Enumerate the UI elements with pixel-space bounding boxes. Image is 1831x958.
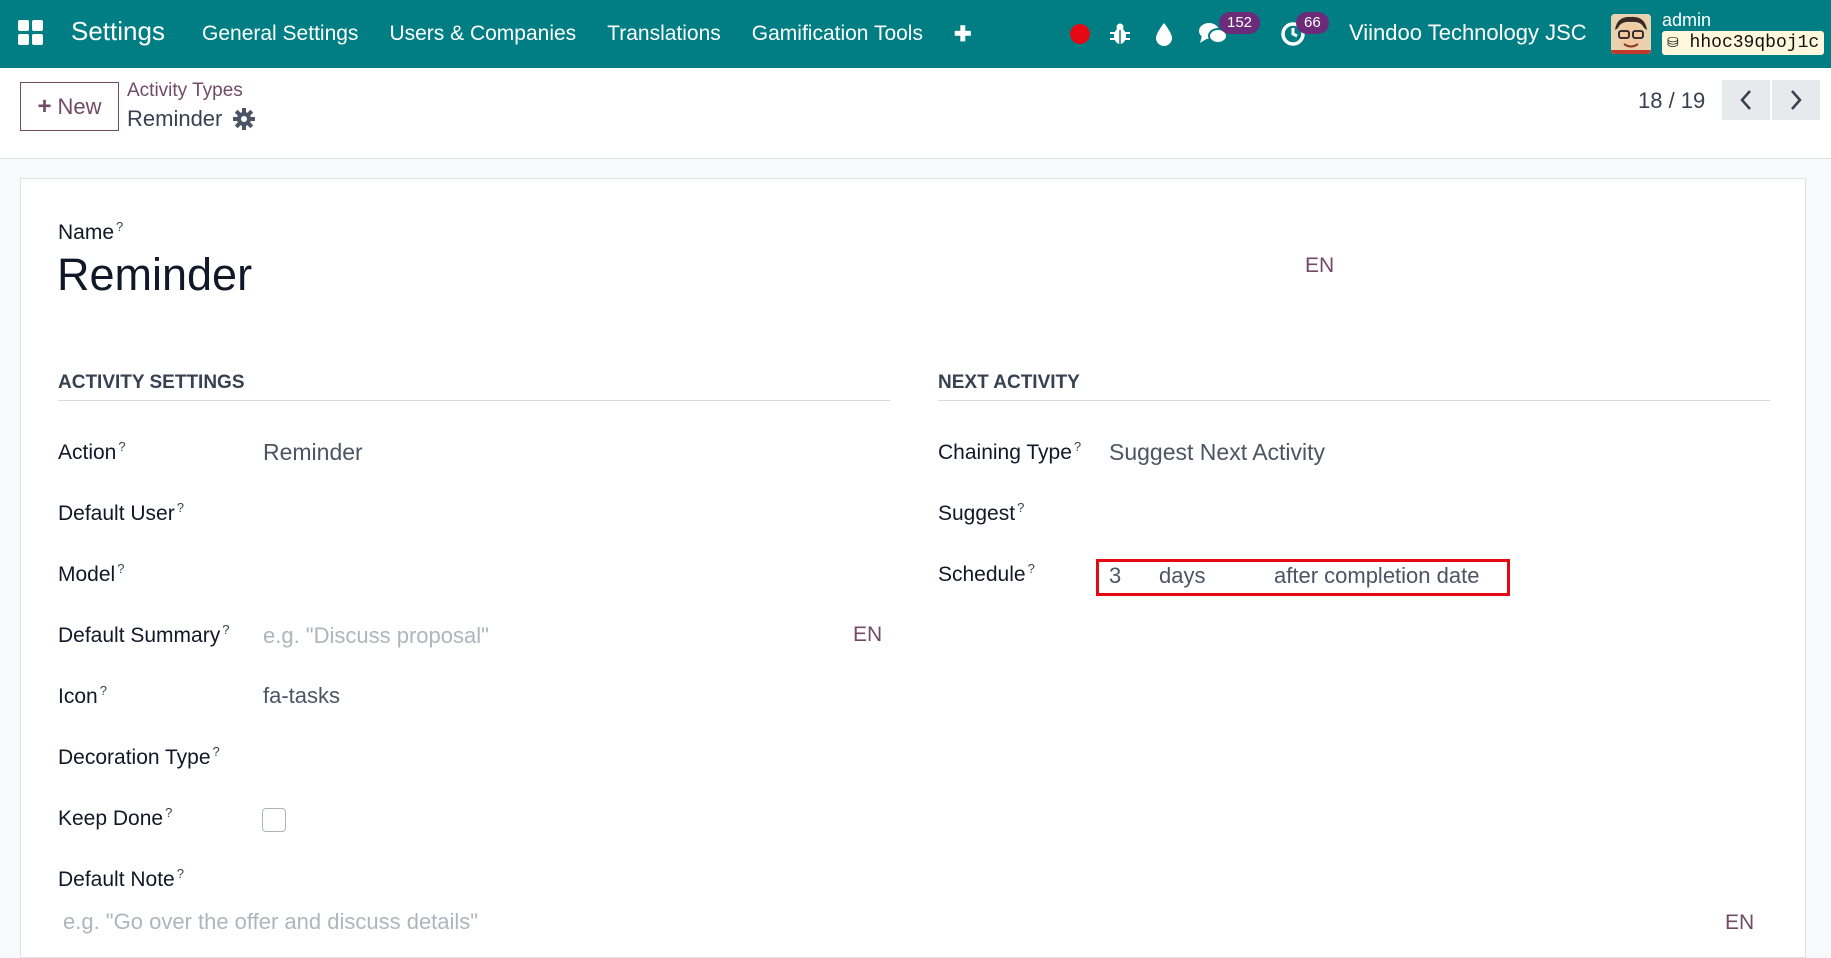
record-icon[interactable]	[1066, 0, 1094, 68]
color-drop-icon[interactable]	[1152, 0, 1176, 68]
debug-bug-icon[interactable]	[1106, 0, 1134, 68]
default-summary-label: Default Summary?	[58, 622, 230, 647]
breadcrumb-activity-types[interactable]: Activity Types	[127, 80, 243, 102]
apps-menu-icon[interactable]	[18, 20, 44, 46]
default-user-label: Default User?	[58, 500, 184, 525]
model-label: Model?	[58, 561, 125, 586]
activities-count-badge: 66	[1296, 12, 1329, 34]
new-button[interactable]: + New	[20, 82, 119, 131]
next-activity-separator	[938, 400, 1770, 401]
next-activity-title: NEXT ACTIVITY	[938, 372, 1080, 393]
company-switcher[interactable]: Viindoo Technology JSC	[1349, 20, 1587, 46]
messages-count-badge: 152	[1219, 12, 1261, 34]
decoration-type-label: Decoration Type?	[58, 744, 220, 769]
database-icon: ⛁	[1667, 36, 1679, 52]
suggest-field[interactable]	[1109, 495, 1709, 529]
action-label: Action?	[58, 439, 126, 464]
user-avatar[interactable]	[1611, 14, 1651, 54]
summary-lang-button[interactable]: EN	[853, 623, 882, 647]
gear-icon[interactable]	[233, 108, 255, 130]
chevron-left-icon	[1740, 90, 1751, 110]
action-field[interactable]: Reminder	[263, 439, 363, 466]
model-field[interactable]	[263, 556, 863, 590]
app-title[interactable]: Settings	[71, 16, 165, 47]
pager-next-button[interactable]	[1772, 80, 1820, 120]
user-name[interactable]: admin	[1662, 10, 1711, 31]
schedule-label: Schedule?	[938, 561, 1035, 586]
note-lang-button[interactable]: EN	[1725, 911, 1754, 935]
default-user-field[interactable]	[263, 495, 863, 529]
database-label: hhoc39qboj1c	[1689, 33, 1820, 53]
keep-done-label: Keep Done?	[58, 805, 173, 830]
name-label: Name?	[58, 219, 124, 244]
default-note-input[interactable]: e.g. "Go over the offer and discuss deta…	[63, 909, 478, 935]
plus-icon: +	[37, 92, 52, 120]
chaining-type-select[interactable]: Suggest Next Activity	[1109, 439, 1325, 466]
name-field[interactable]: Reminder	[57, 249, 252, 301]
default-note-label: Default Note?	[58, 866, 184, 891]
chevron-right-icon	[1791, 90, 1802, 110]
icon-field[interactable]: fa-tasks	[263, 683, 340, 709]
default-summary-input[interactable]: e.g. "Discuss proposal"	[263, 623, 489, 649]
pager-value[interactable]: 18 / 19	[1638, 88, 1705, 114]
messages-icon[interactable]	[1196, 0, 1230, 68]
name-lang-button[interactable]: EN	[1305, 254, 1334, 278]
icon-label: Icon?	[58, 683, 107, 708]
add-menu-icon[interactable]: ✚	[954, 22, 972, 47]
pager-previous-button[interactable]	[1722, 80, 1770, 120]
menu-gamification-tools[interactable]: Gamification Tools	[752, 22, 923, 46]
database-name: ⛁ hhoc39qboj1c	[1662, 31, 1825, 55]
new-button-label: New	[57, 93, 102, 119]
keep-done-checkbox[interactable]	[262, 808, 286, 832]
top-navbar: Settings General Settings Users & Compan…	[0, 0, 1831, 68]
menu-translations[interactable]: Translations	[607, 22, 721, 46]
activities-clock-icon[interactable]	[1278, 0, 1308, 68]
chaining-type-label: Chaining Type?	[938, 439, 1082, 464]
suggest-label: Suggest?	[938, 500, 1025, 525]
schedule-highlight-box	[1096, 559, 1510, 596]
activity-settings-separator	[58, 400, 890, 401]
form-sheet: Name? Reminder EN ACTIVITY SETTINGS NEXT…	[20, 178, 1806, 958]
control-panel: + New Activity Types Reminder 18 / 19	[0, 68, 1831, 159]
breadcrumb-current: Reminder	[127, 106, 223, 131]
menu-general-settings[interactable]: General Settings	[202, 22, 358, 46]
decoration-type-field[interactable]	[263, 739, 863, 773]
main-menu: General Settings Users & Companies Trans…	[202, 0, 1003, 68]
activity-settings-title: ACTIVITY SETTINGS	[58, 372, 245, 393]
menu-users-companies[interactable]: Users & Companies	[389, 22, 576, 46]
